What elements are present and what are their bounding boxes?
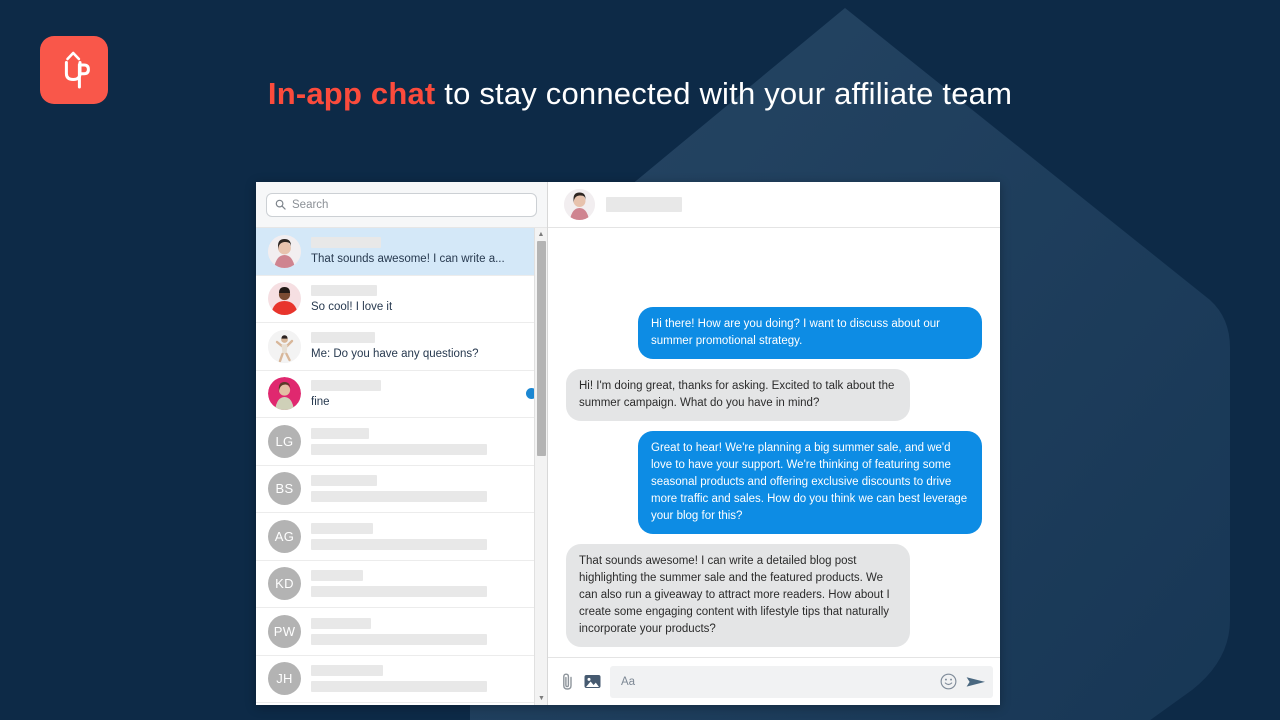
avatar-photo [268,234,301,268]
message-list: Hi there! How are you doing? I want to d… [548,228,1000,657]
avatar-photo [268,329,301,363]
conversation-item[interactable]: LG [256,418,547,466]
search-input[interactable]: Search [266,192,537,217]
conversation-body [311,522,537,550]
conversation-list[interactable]: That sounds awesome! I can write a... So … [256,228,547,705]
conversation-snippet-redacted [311,538,488,550]
conversation-item[interactable]: AG [256,513,547,561]
conversation-snippet: So cool! I love it [311,300,393,313]
conversation-item[interactable]: Me: Do you have any questions? [256,323,547,371]
headline-highlight: In-app chat [267,76,436,111]
avatar-initials: KD [268,567,301,601]
conversation-snippet: That sounds awesome! I can write a... [311,253,505,266]
conversation-body: So cool! I love it [311,284,537,313]
avatar-photo-icon [564,189,595,220]
avatar-photo-icon [268,282,301,316]
conversation-name-redacted [311,475,377,487]
conversation-snippet: Me: Do you have any questions? [311,348,479,361]
brand-logo [40,36,108,104]
conversation-body: Me: Do you have any questions? [311,332,537,360]
chat-header-avatar[interactable] [564,189,595,220]
avatar-photo-icon [268,234,301,268]
headline-rest: to stay connected with your affiliate te… [435,76,1013,111]
avatar-initials: JH [268,662,301,696]
chat-header-name [606,197,682,212]
conversation-name-redacted [311,237,381,249]
message-bubble-outgoing: Hi there! How are you doing? I want to d… [638,307,982,359]
message-input-placeholder: Aa [621,675,636,688]
conversation-body [311,475,537,503]
conversation-item[interactable]: PW [256,608,547,656]
conversation-name-redacted [311,665,383,677]
conversation-body [311,427,537,455]
conversation-item[interactable]: BS [256,465,547,513]
send-icon[interactable] [966,674,986,690]
conversation-snippet-redacted [311,491,488,503]
chat-app-window: Search That sounds awesome! I can write … [256,182,1000,705]
sidebar-scrollbar[interactable]: ▲ ▼ [534,228,547,705]
conversation-item[interactable]: fine [256,370,547,418]
image-icon[interactable] [584,674,601,689]
avatar-initials: BS [268,472,301,506]
conversation-item[interactable]: So cool! I love it [256,275,547,323]
avatar-photo-icon [268,329,301,363]
conversation-snippet: fine [311,395,330,408]
conversation-body: That sounds awesome! I can write a... [311,237,537,265]
message-bubble-outgoing: Great to hear! We're planning a big summ… [638,431,982,534]
conversation-body [311,570,537,598]
search-icon [275,199,286,210]
conversation-item[interactable]: That sounds awesome! I can write a... [256,228,547,276]
avatar-initials: PW [268,614,301,648]
conversation-name-redacted [311,332,375,344]
smiley-icon[interactable] [940,673,957,690]
chat-header [548,182,1000,228]
conversation-snippet-redacted [311,633,488,645]
conversation-body: fine [311,379,520,408]
conversation-sidebar: Search That sounds awesome! I can write … [256,182,548,705]
chat-panel: Hi there! How are you doing? I want to d… [548,182,1000,705]
conversation-snippet-redacted [311,681,488,693]
conversation-snippet-redacted [311,443,488,455]
conversation-name-redacted [311,522,373,534]
avatar-initials: AG [268,519,301,553]
message-bubble-incoming: That sounds awesome! I can write a detai… [566,544,910,647]
scroll-down-button[interactable]: ▼ [535,692,548,705]
search-bar-container: Search [256,182,547,228]
conversation-item[interactable]: KD [256,560,547,608]
avatar-initials: LG [268,424,301,458]
message-input[interactable]: Aa [610,665,993,698]
search-placeholder: Search [292,198,329,211]
conversation-body [311,617,537,645]
conversation-item[interactable]: JH [256,655,547,703]
page-title: In-app chat to stay connected with your … [240,66,1040,121]
message-bubble-incoming: Hi! I'm doing great, thanks for asking. … [566,369,910,421]
conversation-snippet-redacted [311,586,488,598]
scrollbar-thumb[interactable] [537,241,546,456]
conversation-name-redacted [311,284,377,296]
avatar-photo [268,377,301,411]
message-composer: Aa [548,657,1000,705]
avatar-photo [268,282,301,316]
conversation-name-redacted [311,379,381,391]
paperclip-icon[interactable] [560,673,575,690]
conversation-name-redacted [311,617,371,629]
avatar-photo-icon [268,377,301,411]
up-arrow-logo-icon [64,51,90,89]
conversation-body [311,665,537,693]
conversation-name-redacted [311,427,369,439]
conversation-name-redacted [311,570,363,582]
scroll-up-button[interactable]: ▲ [535,228,547,241]
